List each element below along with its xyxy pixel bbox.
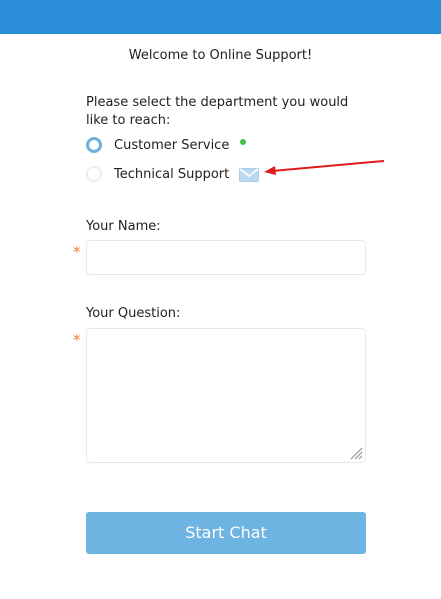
radio-label-technical-support: Technical Support — [114, 166, 230, 182]
welcome-text: Welcome to Online Support! — [128, 48, 313, 63]
radio-customer-service[interactable]: Customer Service — [86, 134, 247, 156]
name-label: Your Name: — [86, 219, 161, 234]
radio-technical-support[interactable]: Technical Support — [86, 163, 260, 185]
start-chat-button[interactable]: Start Chat — [86, 512, 366, 554]
radio-button-checked[interactable] — [86, 137, 102, 153]
online-status-dot — [240, 139, 247, 145]
radio-label-customer-service: Customer Service — [114, 137, 230, 153]
question-label: Your Question: — [86, 306, 181, 321]
question-field[interactable] — [86, 328, 366, 463]
name-field[interactable] — [86, 240, 366, 275]
department-prompt: Please select the department you would l… — [86, 95, 349, 128]
resize-grip-icon[interactable] — [349, 446, 363, 460]
name-required-marker: * — [73, 243, 81, 261]
envelope-icon — [239, 167, 260, 182]
radio-button-unchecked[interactable] — [86, 166, 102, 182]
red-arrow-icon — [264, 160, 385, 175]
question-required-marker: * — [73, 331, 81, 349]
header-bar — [0, 0, 441, 34]
